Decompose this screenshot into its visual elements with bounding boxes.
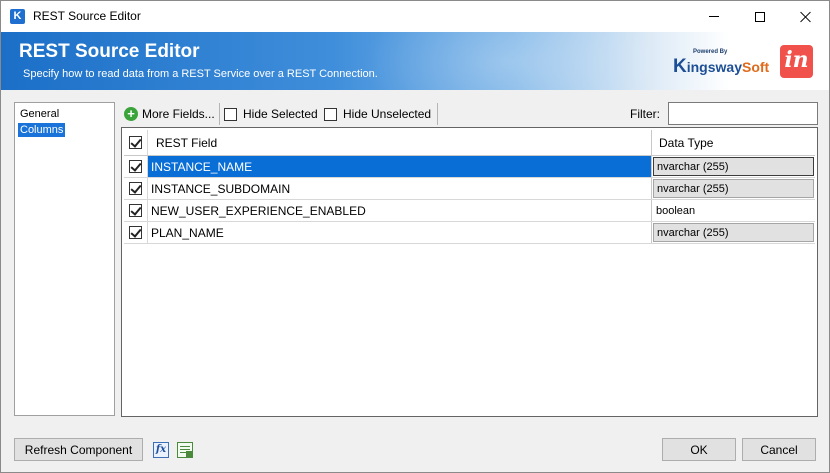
cancel-button[interactable]: Cancel [742,438,816,461]
row-checkbox[interactable] [129,182,142,195]
row-data-type-cell: nvarchar (255) [651,156,815,177]
hide-selected-checkbox[interactable]: Hide Selected [224,104,318,124]
kingswaysoft-app-icon: K [10,9,25,24]
table-row[interactable]: INSTANCE_NAME nvarchar (255) [124,156,815,178]
more-fields-button[interactable]: + More Fields... [124,104,215,124]
kingswaysoft-logo: Powered By KingswaySoft [673,49,769,77]
data-type-dropdown[interactable]: nvarchar (255) [653,179,814,198]
more-fields-label: More Fields... [142,107,215,121]
row-check-cell [124,178,148,199]
logo-brand: KingswaySoft [673,56,769,78]
row-data-type-cell: nvarchar (255) [651,222,815,243]
title-bar[interactable]: K REST Source Editor [1,1,829,32]
nav-item-general[interactable]: General [18,107,61,121]
close-button[interactable] [783,1,829,32]
columns-toolbar: + More Fields... Hide Selected Hide Unse… [121,102,830,126]
logo-powered-by: Powered By [693,49,728,55]
hide-unselected-checkbox[interactable]: Hide Unselected [324,104,431,124]
toolbar-separator [219,103,220,125]
maximize-button[interactable] [737,1,783,32]
minimize-icon [709,16,719,17]
row-field-name[interactable]: INSTANCE_SUBDOMAIN [151,178,290,199]
logo-k: K [673,56,687,77]
invision-logo: in [780,45,813,78]
grid-header: REST Field Data Type [124,130,815,156]
select-all-checkbox[interactable] [129,136,142,149]
minimize-button[interactable] [691,1,737,32]
ok-button[interactable]: OK [662,438,736,461]
banner-title: REST Source Editor [19,41,200,62]
header-banner: REST Source Editor Specify how to read d… [1,32,829,90]
row-data-type-text[interactable]: boolean [651,200,815,221]
hide-selected-label: Hide Selected [243,107,318,121]
hide-unselected-label: Hide Unselected [343,107,432,121]
nav-item-columns[interactable]: Columns [18,123,66,137]
maximize-icon [755,11,765,22]
row-data-type-cell: nvarchar (255) [651,178,815,199]
refresh-component-button[interactable]: Refresh Component [14,438,143,461]
filter-input[interactable] [668,102,818,125]
logo-ingsway: ingsway [686,59,742,75]
row-field-name[interactable]: INSTANCE_NAME [151,156,252,177]
row-field-name[interactable]: PLAN_NAME [151,222,224,243]
grid-body: REST Field Data Type INSTANCE_NAME nvarc… [124,130,815,244]
logo-soft: Soft [741,59,770,75]
banner-subtitle: Specify how to read data from a REST Ser… [23,68,378,80]
close-icon [800,11,812,23]
hide-unselected-box[interactable] [324,107,337,121]
row-check-cell [124,200,148,221]
row-checkbox[interactable] [129,226,142,239]
expression-fx-icon[interactable]: fx [153,442,169,458]
add-icon: + [124,107,138,121]
hide-selected-box[interactable] [224,107,237,121]
window-title: REST Source Editor [33,9,141,23]
table-row[interactable]: INSTANCE_SUBDOMAIN nvarchar (255) [124,178,815,200]
toolbar-separator [437,103,438,125]
filter-label: Filter: [630,107,660,121]
row-checkbox[interactable] [129,160,142,173]
table-row[interactable]: NEW_USER_EXPERIENCE_ENABLED boolean [124,200,815,222]
row-check-cell [124,156,148,177]
row-check-cell [124,222,148,243]
row-field-name[interactable]: NEW_USER_EXPERIENCE_ENABLED [151,200,366,221]
columns-grid: REST Field Data Type INSTANCE_NAME nvarc… [121,127,818,417]
data-type-dropdown[interactable]: nvarchar (255) [653,157,814,176]
row-checkbox[interactable] [129,204,142,217]
header-rest-field[interactable]: REST Field [156,130,217,155]
data-type-dropdown[interactable]: nvarchar (255) [653,223,814,242]
table-row[interactable]: PLAN_NAME nvarchar (255) [124,222,815,244]
side-nav: General Columns [14,102,115,416]
header-check-cell [124,130,148,155]
header-data-type[interactable]: Data Type [651,130,815,155]
spreadsheet-icon[interactable] [177,442,193,458]
editor-window: K REST Source Editor REST Source Editor … [0,0,830,473]
